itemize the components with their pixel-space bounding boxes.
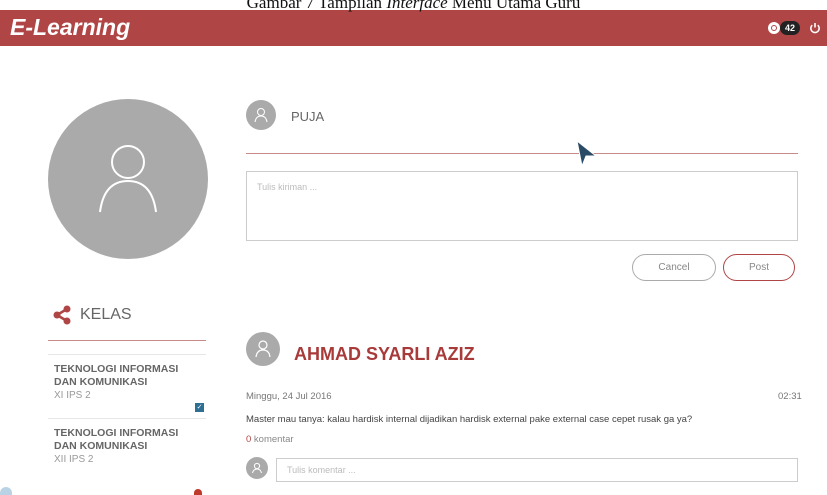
user-icon — [255, 340, 271, 358]
author-avatar — [246, 332, 280, 366]
user-avatar — [246, 100, 276, 130]
kelas-header: KELAS — [48, 302, 206, 341]
class-item[interactable]: TEKNOLOGI INFORMASI DAN KOMUNIKASI XI IP… — [48, 354, 206, 418]
class-grade: XI IPS 2 — [54, 390, 91, 401]
comment-count[interactable]: 0 komentar — [246, 434, 294, 445]
commenter-avatar — [246, 457, 268, 479]
author-name[interactable]: AHMAD SYARLI AZIZ — [294, 344, 475, 365]
post-textarea[interactable]: Tulis kiriman ... — [246, 171, 798, 241]
post-placeholder: Tulis kiriman ... — [257, 182, 318, 192]
post-time: 02:31 — [778, 391, 802, 402]
power-icon[interactable] — [809, 22, 821, 34]
class-title: TEKNOLOGI INFORMASI DAN KOMUNIKASI — [54, 363, 179, 388]
notification-badge: 42 — [780, 21, 801, 35]
share-icon — [53, 305, 71, 325]
comment-avatar-wrap — [246, 457, 268, 484]
post-button[interactable]: Post — [723, 254, 795, 281]
comment-input[interactable]: Tulis komentar ... — [276, 458, 798, 482]
figure-caption: Gambar 7 Tampilan Interface Menu Utama G… — [246, 0, 581, 12]
composer-user: PUJA — [246, 100, 324, 135]
kelas-title: KELAS — [80, 306, 132, 323]
profile-avatar[interactable] — [48, 99, 208, 259]
class-item[interactable]: TEKNOLOGI INFORMASI DAN KOMUNIKASI XII I… — [48, 418, 206, 482]
feed-author: AHMAD SYARLI AZIZ — [246, 332, 475, 371]
cancel-button[interactable]: Cancel — [632, 254, 716, 281]
check-icon[interactable]: ✓ — [195, 403, 204, 412]
divider — [246, 153, 798, 154]
user-icon — [252, 462, 262, 474]
class-title: TEKNOLOGI INFORMASI DAN KOMUNIKASI — [54, 427, 179, 452]
post-date: Minggu, 24 Jul 2016 — [246, 391, 332, 402]
status-dot-icon — [194, 489, 202, 495]
globe-icon — [768, 22, 780, 34]
composer-username: PUJA — [291, 109, 325, 124]
user-icon — [254, 108, 268, 123]
class-grade: XII IPS 2 — [54, 454, 94, 465]
brand-logo[interactable]: E-Learning — [10, 14, 130, 41]
class-list: TEKNOLOGI INFORMASI DAN KOMUNIKASI XI IP… — [48, 354, 206, 482]
mouse-cursor-icon — [576, 140, 598, 168]
user-icon — [99, 145, 157, 213]
notification-button[interactable]: 42 — [768, 21, 801, 35]
post-message: Master mau tanya: kalau hardisk internal… — [246, 414, 693, 425]
